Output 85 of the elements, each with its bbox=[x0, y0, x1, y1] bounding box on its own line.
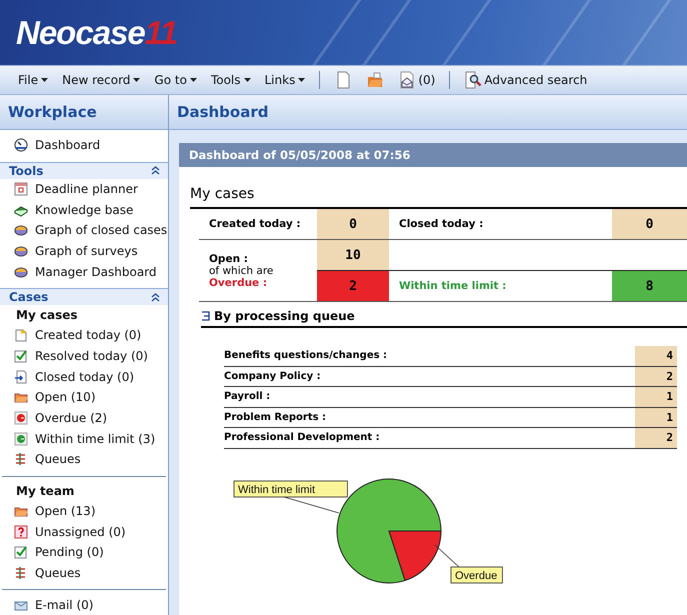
menu-item[interactable]: New record bbox=[56, 71, 146, 89]
section-header[interactable]: Tools bbox=[0, 162, 168, 179]
stat-label: Overdue : bbox=[209, 276, 268, 288]
leader-line bbox=[434, 544, 460, 567]
stat-value: 8 bbox=[612, 271, 687, 302]
queue-label: Company Policy : bbox=[224, 366, 635, 387]
caret-icon bbox=[190, 78, 197, 82]
pie-chart-icon bbox=[14, 264, 28, 279]
envelope-icon bbox=[398, 71, 416, 89]
section-heading: By processing queue bbox=[214, 309, 355, 323]
queue-label: Benefits questions/changes : bbox=[224, 346, 635, 366]
search-icon bbox=[464, 71, 482, 89]
sidebar-item[interactable]: Knowledge base bbox=[0, 199, 168, 220]
queue-label: Professional Development : bbox=[224, 428, 635, 448]
caret-icon bbox=[298, 78, 306, 82]
toolbar-button[interactable]: (0) bbox=[392, 69, 442, 91]
toolbar-button[interactable]: Advanced search bbox=[458, 69, 594, 91]
sidebar-item[interactable]: Open (10) bbox=[0, 387, 168, 408]
leader-line bbox=[284, 496, 340, 513]
check-icon bbox=[14, 545, 28, 560]
sidebar-item[interactable]: Unassigned (0) bbox=[0, 521, 168, 542]
sidebar-item[interactable]: Created today (0) bbox=[0, 324, 168, 346]
caret-icon bbox=[133, 78, 140, 82]
queue-count: 4 bbox=[635, 346, 677, 366]
question-icon bbox=[14, 524, 28, 539]
queues-icon bbox=[14, 452, 28, 466]
sidebar-item[interactable]: E-mail (0) bbox=[0, 594, 168, 615]
new-document-icon bbox=[14, 328, 28, 342]
slice-label: Within time limit bbox=[238, 484, 316, 496]
sidebar-item[interactable]: Resolved today (0) bbox=[0, 346, 168, 366]
stat-value: 2 bbox=[317, 271, 389, 302]
menu-item[interactable]: Go to bbox=[148, 71, 203, 89]
sidebar-item[interactable]: Closed today (0) bbox=[0, 366, 168, 387]
stat-value: 10 bbox=[317, 240, 389, 271]
folder-icon bbox=[366, 71, 384, 89]
sidebar-item[interactable]: Dashboard bbox=[0, 135, 168, 156]
stat-label: Open : bbox=[209, 252, 249, 264]
sidebar-item[interactable]: Graph of closed cases bbox=[0, 220, 168, 241]
stat-value: 0 bbox=[612, 209, 687, 240]
menu-item[interactable]: Tools bbox=[204, 71, 256, 89]
menu-item[interactable]: Links bbox=[258, 71, 312, 89]
queue-count: 1 bbox=[635, 408, 677, 428]
gauge-icon bbox=[14, 138, 28, 152]
queue-count: 1 bbox=[635, 387, 677, 408]
arrow-document-icon bbox=[14, 370, 28, 384]
slice-label: Overdue bbox=[455, 570, 498, 582]
stat-label: Created today : bbox=[209, 218, 301, 230]
stat-note: of which are bbox=[209, 264, 274, 276]
menu-item[interactable]: File bbox=[12, 71, 54, 89]
sidebar-item[interactable]: Queues bbox=[0, 562, 168, 584]
queue-count: 2 bbox=[635, 366, 677, 387]
queue-label: Payroll : bbox=[224, 387, 635, 408]
slice-label: Within time limit bbox=[234, 480, 348, 497]
queue-count: 2 bbox=[635, 428, 677, 448]
pane-header: Dashboard bbox=[169, 95, 687, 130]
sidebar-item[interactable]: Manager Dashboard bbox=[0, 261, 168, 282]
sidebar-item[interactable]: Deadline planner bbox=[0, 178, 168, 200]
slice-label: Overdue bbox=[450, 566, 503, 583]
queues-icon bbox=[14, 566, 28, 580]
check-icon bbox=[14, 348, 28, 363]
pane-header: Workplace bbox=[0, 95, 168, 130]
caret-icon bbox=[41, 78, 48, 82]
collapse-icon[interactable] bbox=[201, 311, 210, 321]
calendar-icon bbox=[14, 182, 28, 196]
section-heading: My cases bbox=[190, 186, 256, 202]
sidebar-item[interactable]: Queues bbox=[0, 449, 168, 470]
sidebar-item[interactable]: Graph of surveys bbox=[0, 240, 168, 262]
stat-label: Within time limit : bbox=[399, 280, 506, 292]
collapse-icon[interactable] bbox=[151, 292, 160, 302]
group-title: My cases bbox=[15, 306, 79, 324]
stat-value: 0 bbox=[317, 209, 389, 240]
queue-label: Problem Reports : bbox=[224, 408, 635, 428]
pie-chart-icon bbox=[14, 223, 28, 238]
sidebar-item[interactable]: Open (13) bbox=[0, 500, 168, 522]
sidebar-item[interactable]: Within time limit (3) bbox=[0, 428, 168, 450]
logo: Neocase11 bbox=[16, 14, 178, 52]
sidebar-item[interactable]: Overdue (2) bbox=[0, 408, 168, 428]
group-title: My team bbox=[15, 482, 76, 500]
caret-icon bbox=[244, 78, 250, 82]
dashboard-banner: Dashboard of 05/05/2008 at 07:56 bbox=[179, 143, 687, 167]
pie-chart-icon bbox=[14, 244, 28, 258]
sidebar-item[interactable]: Pending (0) bbox=[0, 542, 168, 563]
collapse-icon[interactable] bbox=[151, 166, 160, 176]
stat-label: Closed today : bbox=[399, 218, 484, 230]
section-header[interactable]: Cases bbox=[0, 288, 168, 305]
